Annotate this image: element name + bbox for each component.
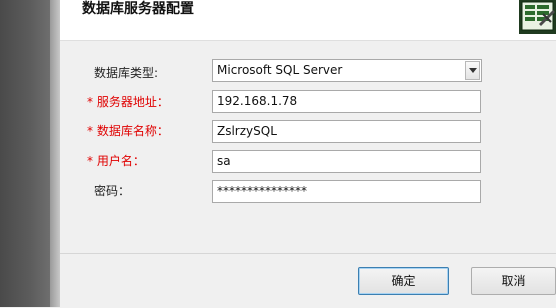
database-server-config-dialog: 数据库服务器配置 数据库类型: Microsoft SQL Server * 服… [60,0,556,308]
cancel-button[interactable]: 取消 [471,267,556,295]
db-type-label: 数据库类型: [94,66,159,80]
db-name-label-text: 数据库名称： [96,124,169,138]
required-mark: * [87,154,93,168]
username-label: * 用户名： [87,152,145,169]
server-address-input[interactable]: 192.168.1.78 [212,90,481,113]
dialog-footer: 确定 取消 [60,253,556,308]
required-mark: * [87,95,93,109]
db-type-value: Microsoft SQL Server [217,63,343,77]
required-mark: * [87,124,93,138]
form-area: 数据库类型: Microsoft SQL Server * 服务器地址： 192… [60,41,556,253]
password-input[interactable]: *************** [212,180,481,203]
db-name-label: * 数据库名称： [87,122,169,139]
db-type-select[interactable]: Microsoft SQL Server [212,59,482,82]
ok-button[interactable]: 确定 [358,267,449,295]
username-input[interactable]: sa [212,150,481,173]
username-label-text: 用户名： [96,154,145,168]
background-window [0,0,50,307]
chevron-down-icon[interactable] [465,61,480,80]
background-window-edge [50,0,60,307]
database-config-icon [519,0,556,34]
dialog-header: 数据库服务器配置 [60,0,556,41]
server-label-text: 服务器地址： [96,95,169,109]
password-label: 密码： [94,184,131,198]
dialog-title: 数据库服务器配置 [82,1,194,17]
db-name-input[interactable]: ZslrzySQL [212,120,481,143]
server-label: * 服务器地址： [87,93,169,110]
